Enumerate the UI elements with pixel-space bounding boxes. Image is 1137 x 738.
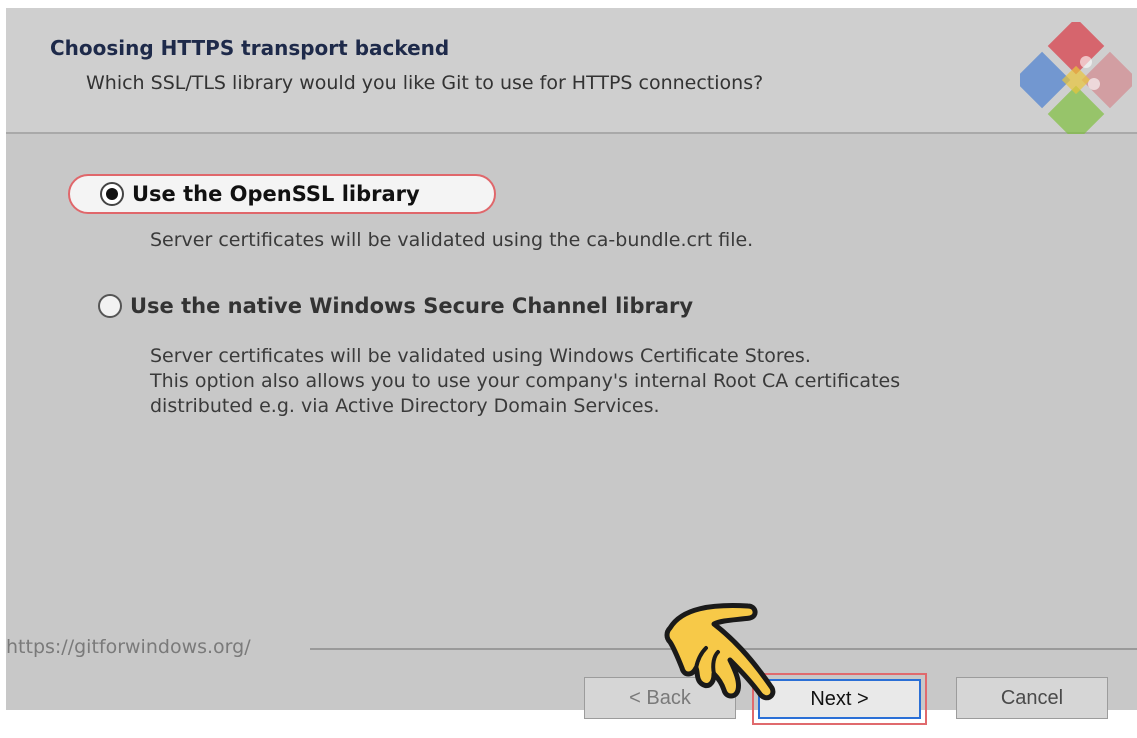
description-line: Server certificates will be validated us… xyxy=(150,229,754,251)
option-schannel-label: Use the native Windows Secure Channel li… xyxy=(130,294,694,318)
option-schannel-description: Server certificates will be validated us… xyxy=(150,344,900,419)
page-subtitle: Which SSL/TLS library would you like Git… xyxy=(86,72,764,94)
git-logo-icon xyxy=(1020,22,1132,134)
option-openssl[interactable]: Use the OpenSSL library xyxy=(68,174,496,214)
cancel-button[interactable]: Cancel xyxy=(956,677,1108,719)
description-line: Server certificates will be validated us… xyxy=(150,345,811,367)
installer-window: Choosing HTTPS transport backend Which S… xyxy=(6,8,1137,725)
description-line: distributed e.g. via Active Directory Do… xyxy=(150,395,660,417)
option-openssl-description: Server certificates will be validated us… xyxy=(150,228,753,253)
option-schannel[interactable]: Use the native Windows Secure Channel li… xyxy=(98,288,693,324)
page-title: Choosing HTTPS transport backend xyxy=(50,36,450,60)
pointing-hand-icon xyxy=(664,603,776,701)
next-button[interactable]: Next > xyxy=(758,679,921,719)
radio-checked-icon[interactable] xyxy=(100,182,124,206)
radio-unchecked-icon[interactable] xyxy=(98,294,122,318)
wizard-header: Choosing HTTPS transport backend Which S… xyxy=(6,8,1137,134)
gitforwindows-link[interactable]: https://gitforwindows.org/ xyxy=(6,636,251,658)
description-line: This option also allows you to use your … xyxy=(150,370,901,392)
option-openssl-label: Use the OpenSSL library xyxy=(132,182,420,206)
